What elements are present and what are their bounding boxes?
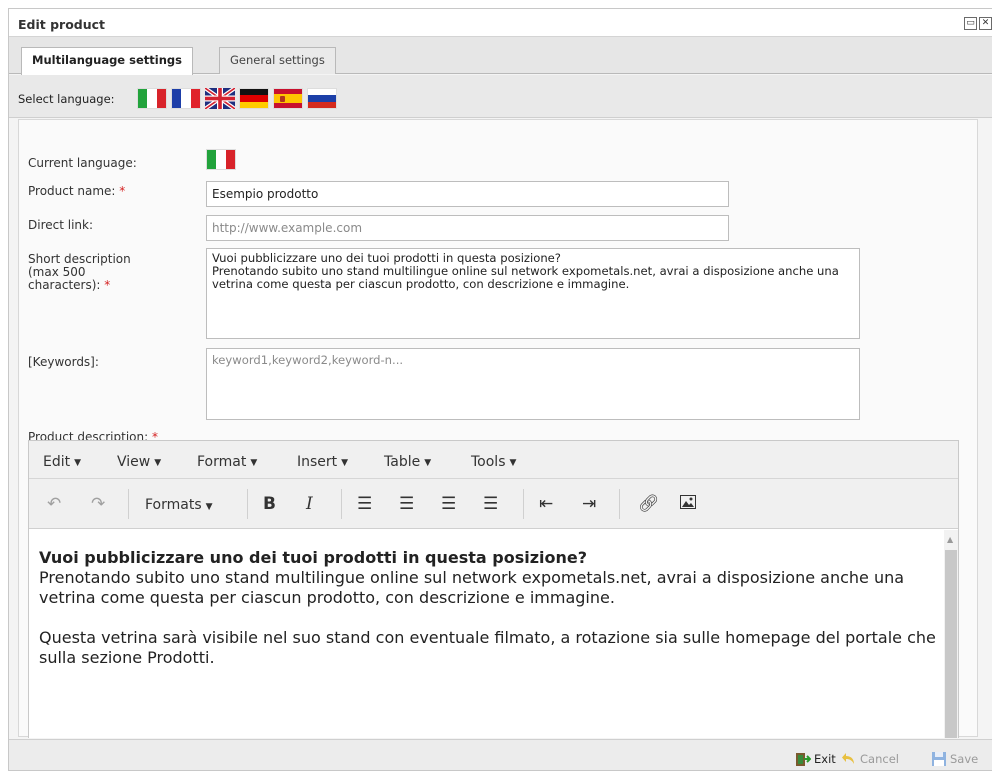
undo-icon[interactable]: ↶ — [47, 494, 61, 514]
close-icon[interactable]: ✕ — [979, 17, 992, 30]
save-button[interactable]: Save — [931, 751, 978, 767]
keywords-label: [Keywords]: — [28, 355, 99, 369]
short-description-textarea[interactable]: Vuoi pubblicizzare uno dei tuoi prodotti… — [206, 248, 860, 339]
floppy-disk-icon — [931, 751, 947, 767]
bold-button[interactable]: B — [263, 494, 276, 514]
editor-scrollbar[interactable]: ▲ — [944, 530, 958, 738]
toolbar-separator — [341, 489, 342, 519]
link-icon[interactable]: 🔗︎ — [638, 494, 660, 514]
scroll-up-icon[interactable]: ▲ — [947, 535, 953, 544]
keywords-textarea[interactable]: keyword1,keyword2,keyword-n... — [206, 348, 860, 420]
tab-multilanguage-settings[interactable]: Multilanguage settings — [21, 47, 193, 75]
toolbar-separator — [619, 489, 620, 519]
toolbar-separator — [128, 489, 129, 519]
language-bar: Select language: — [9, 75, 992, 118]
scrollbar-thumb[interactable] — [945, 550, 957, 738]
multilanguage-form: Current language: Product name: * Esempi… — [18, 119, 978, 738]
menu-tools[interactable]: Tools ▼ — [471, 454, 516, 470]
tab-bar: Multilanguage settings General settings — [9, 37, 992, 75]
menu-view[interactable]: View ▼ — [117, 454, 161, 470]
outdent-icon[interactable]: ⇤ — [539, 494, 553, 514]
menu-insert[interactable]: Insert ▼ — [297, 454, 348, 470]
indent-icon[interactable]: ⇥ — [582, 494, 596, 514]
menu-format[interactable]: Format ▼ — [197, 454, 257, 470]
tab-general-settings[interactable]: General settings — [219, 47, 336, 74]
toolbar-separator — [523, 489, 524, 519]
formats-dropdown[interactable]: Formats ▼ — [145, 497, 213, 513]
editor-toolbar: ↶ ↷ Formats ▼ B I ☰ ☰ ☰ ☰ ⇤ ⇥ 🔗︎ — [29, 479, 958, 529]
menu-table[interactable]: Table ▼ — [384, 454, 431, 470]
direct-link-input[interactable]: http://www.example.com — [206, 215, 729, 241]
spain-flag-icon[interactable] — [273, 88, 303, 109]
editor-content[interactable]: Vuoi pubblicizzare uno dei tuoi prodotti… — [29, 530, 946, 738]
menu-edit[interactable]: Edit ▼ — [43, 454, 81, 470]
content-paragraph-2: Questa vetrina sarà visibile nel suo sta… — [39, 628, 936, 667]
dialog-title: Edit product — [18, 17, 106, 32]
exit-button[interactable]: Exit — [795, 751, 836, 767]
redo-icon[interactable]: ↷ — [91, 494, 105, 514]
dialog-footer: Exit Cancel Save — [9, 739, 992, 770]
italic-button[interactable]: I — [306, 494, 313, 514]
italy-flag-icon[interactable] — [137, 88, 167, 109]
germany-flag-icon[interactable] — [239, 88, 269, 109]
edit-product-dialog: Edit product ▭ ✕ Multilanguage settings … — [8, 8, 992, 771]
short-description-label: Short description (max 500 characters): … — [28, 252, 131, 292]
uk-flag-icon[interactable] — [205, 88, 235, 109]
product-name-label: Product name: * — [28, 184, 126, 198]
toolbar-separator — [247, 489, 248, 519]
undo-arrow-icon — [841, 751, 857, 767]
rich-text-editor: Edit ▼ View ▼ Format ▼ Insert ▼ Table ▼ Tools… — [28, 440, 959, 738]
select-language-label: Select language: — [18, 92, 115, 106]
content-heading: Vuoi pubblicizzare uno dei tuoi prodotti… — [39, 548, 588, 567]
align-right-icon[interactable]: ☰ — [441, 494, 456, 514]
dialog-titlebar: Edit product ▭ ✕ — [9, 9, 992, 37]
product-name-input[interactable]: Esempio prodotto — [206, 181, 729, 207]
align-left-icon[interactable]: ☰ — [357, 494, 372, 514]
align-center-icon[interactable]: ☰ — [399, 494, 414, 514]
image-icon[interactable] — [680, 494, 696, 514]
editor-menubar: Edit ▼ View ▼ Format ▼ Insert ▼ Table ▼ Tools… — [29, 441, 958, 479]
france-flag-icon[interactable] — [171, 88, 201, 109]
russia-flag-icon[interactable] — [307, 88, 337, 109]
cancel-button[interactable]: Cancel — [841, 751, 899, 767]
align-justify-icon[interactable]: ☰ — [483, 494, 498, 514]
required-marker: * — [119, 184, 126, 198]
content-paragraph-1: Prenotando subito uno stand multilingue … — [39, 568, 905, 607]
current-language-label: Current language: — [28, 156, 137, 170]
current-language-flag-icon — [206, 149, 236, 170]
exit-icon — [795, 751, 812, 767]
window-controls: ▭ ✕ — [964, 17, 992, 30]
restore-icon[interactable]: ▭ — [964, 17, 977, 30]
direct-link-label: Direct link: — [28, 218, 94, 232]
